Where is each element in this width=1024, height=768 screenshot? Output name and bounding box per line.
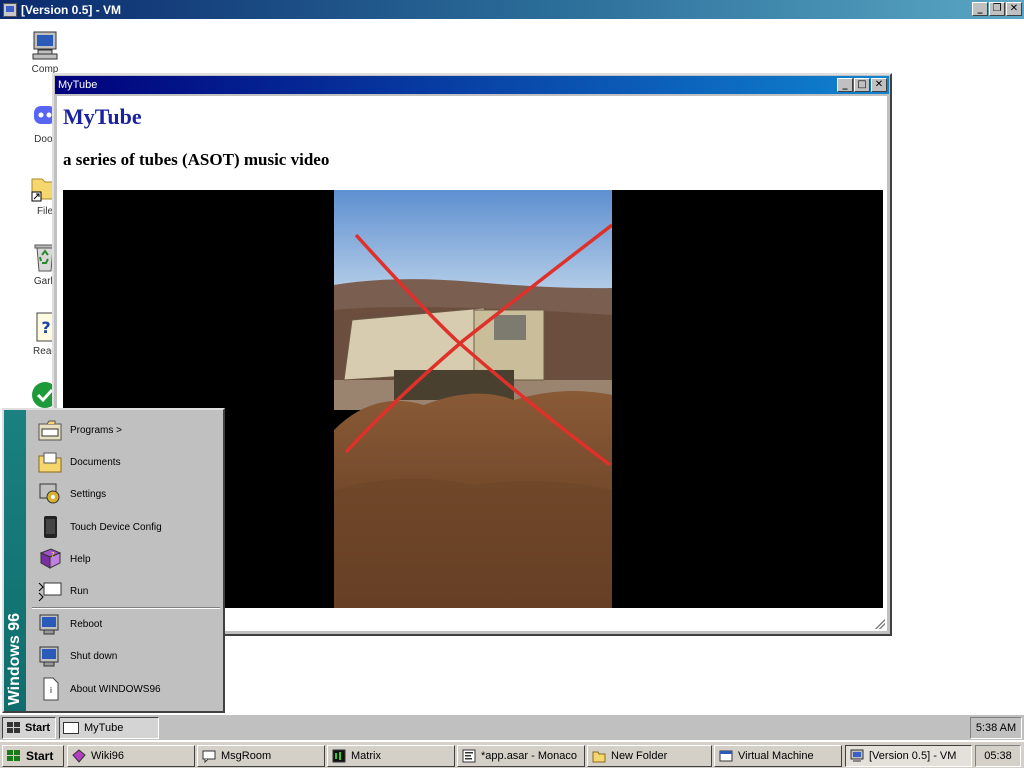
start-menu-item-help[interactable]: ? Help (28, 543, 223, 575)
host-task-virtual-machine[interactable]: Virtual Machine (714, 745, 842, 767)
host-task-matrix[interactable]: Matrix (327, 745, 455, 767)
start-menu-item-label: Documents (70, 456, 121, 468)
host-task-label: MsgRoom (221, 750, 272, 762)
host-task-label: Matrix (351, 750, 381, 762)
start-menu-item-programs[interactable]: Programs > (28, 414, 223, 446)
gem-icon (72, 749, 86, 763)
video-title: a series of tubes (ASOT) music video (63, 150, 330, 169)
svg-text:i: i (50, 686, 52, 695)
window-icon (63, 722, 79, 734)
host-task-label: New Folder (611, 750, 668, 762)
mytube-minimize-button[interactable]: _ (837, 78, 853, 92)
start-menu-banner: Windows 96 (4, 410, 26, 711)
minimize-button[interactable]: _ (972, 2, 988, 16)
run-icon (38, 579, 62, 603)
help-book-icon: ? (38, 547, 62, 571)
windows96-logo-icon (7, 749, 21, 763)
start-menu-item-shut-down[interactable]: Shut down (28, 640, 223, 672)
host-task-label: Virtual Machine (738, 750, 814, 762)
host-task-version-vm[interactable]: [Version 0.5] - VM (845, 745, 972, 767)
inner-start-label: Start (25, 722, 51, 734)
restore-button[interactable]: ❐ (989, 2, 1005, 16)
svg-text:?: ? (51, 551, 55, 559)
shutdown-icon (38, 644, 62, 668)
host-task-label: [Version 0.5] - VM (869, 750, 957, 762)
mytube-maximize-button[interactable]: □ (854, 78, 870, 92)
start-menu-item-label: Programs > (70, 424, 122, 436)
vm-window-icon (3, 2, 17, 17)
host-taskbar: Start Wiki96 MsgRoom Matrix *app.asar - … (0, 741, 1024, 768)
start-menu-banner-label: Windows 96 (6, 612, 23, 705)
inner-clock: 5:38 AM (970, 717, 1022, 739)
reboot-icon (38, 612, 62, 636)
touch-device-icon (38, 515, 62, 539)
mytube-window-titlebar[interactable]: MyTube (55, 76, 889, 94)
window-icon (719, 749, 733, 763)
programs-icon (38, 418, 62, 442)
close-button[interactable]: ✕ (1006, 2, 1022, 16)
desktop-icon-computer[interactable]: Comp (20, 29, 70, 75)
start-menu-item-documents[interactable]: Documents (28, 446, 223, 478)
svg-text:?: ? (41, 318, 50, 337)
host-task-monaco[interactable]: *app.asar - Monaco (457, 745, 585, 767)
start-menu-item-touch-device-config[interactable]: Touch Device Config (28, 511, 223, 543)
host-task-msgroom[interactable]: MsgRoom (197, 745, 325, 767)
start-menu[interactable]: Windows 96 Programs > Documents Settings… (2, 408, 225, 713)
host-clock: 05:38 (975, 745, 1021, 767)
start-menu-item-label: Run (70, 585, 89, 597)
mytube-window-title: MyTube (58, 79, 98, 91)
inner-taskbar: Start MyTube 5:38 AM (0, 714, 1024, 740)
mytube-close-button[interactable]: ✕ (871, 78, 887, 92)
documents-folder-icon (38, 450, 62, 474)
start-menu-item-label: Settings (70, 488, 107, 500)
start-menu-item-run[interactable]: Run (28, 575, 223, 607)
resize-grip[interactable] (875, 619, 885, 629)
start-menu-item-about[interactable]: i About WINDOWS96 (28, 673, 223, 705)
start-menu-item-label: Reboot (70, 618, 103, 630)
start-menu-item-label: Help (70, 553, 91, 565)
terminal-icon (332, 749, 346, 763)
start-menu-item-reboot[interactable]: Reboot (28, 608, 223, 640)
mytube-logo-link[interactable]: MyTube (63, 104, 142, 130)
start-menu-item-label: About WINDOWS96 (70, 683, 161, 695)
host-start-button[interactable]: Start (2, 745, 64, 767)
host-task-wiki96[interactable]: Wiki96 (67, 745, 195, 767)
inner-task-label: MyTube (84, 722, 124, 734)
folder-icon (592, 749, 606, 763)
computer-icon (29, 29, 61, 61)
inner-start-button[interactable]: Start (2, 717, 56, 739)
windows96-logo-icon (6, 720, 22, 736)
vm-window-icon (850, 749, 864, 763)
host-task-new-folder[interactable]: New Folder (587, 745, 712, 767)
chat-bubble-icon (202, 749, 216, 764)
host-start-label: Start (26, 749, 54, 763)
settings-icon (38, 482, 62, 506)
start-menu-item-settings[interactable]: Settings (28, 478, 223, 510)
host-window-titlebar[interactable]: [Version 0.5] - VM _ ❐ ✕ (0, 0, 1024, 19)
host-window-title: [Version 0.5] - VM (21, 2, 122, 17)
code-editor-icon (462, 749, 476, 763)
host-task-label: Wiki96 (91, 750, 125, 762)
host-task-label: *app.asar - Monaco (481, 750, 577, 762)
about-icon: i (38, 677, 62, 701)
start-menu-item-label: Shut down (70, 650, 118, 662)
video-frame (334, 190, 612, 608)
start-menu-item-label: Touch Device Config (70, 521, 162, 533)
inner-task-mytube[interactable]: MyTube (59, 717, 159, 739)
